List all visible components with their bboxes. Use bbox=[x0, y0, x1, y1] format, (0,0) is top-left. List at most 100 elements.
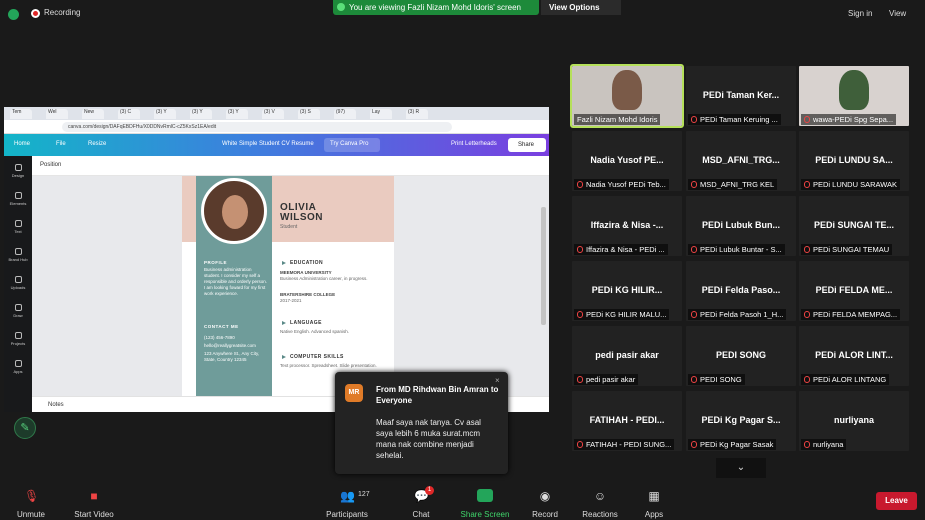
cv-language-heading: LANGUAGE bbox=[282, 320, 322, 326]
participant-tile[interactable]: Nadia Yusof PE... Nadia Yusof PEDi Teb... bbox=[572, 131, 682, 191]
sidebar-item-text[interactable]: Text bbox=[4, 220, 32, 234]
browser-tab[interactable]: (3) C bbox=[118, 109, 140, 119]
screen-share-icon bbox=[337, 3, 345, 11]
participant-tile[interactable]: PEDi Kg Pagar S... PEDi Kg Pagar Sasak bbox=[686, 391, 796, 451]
muted-mic-icon[interactable]: 🎙 bbox=[24, 490, 39, 503]
browser-tab[interactable]: (3) S bbox=[298, 109, 320, 119]
apps-icon[interactable]: ▦ bbox=[647, 490, 661, 503]
participant-tile[interactable]: PEDI SONG PEDI SONG bbox=[686, 326, 796, 386]
participant-label: PEDI SONG bbox=[688, 374, 745, 385]
participant-tile[interactable]: PEDi Lubuk Bun... PEDi Lubuk Buntar - S..… bbox=[686, 196, 796, 256]
position-label[interactable]: Position bbox=[40, 162, 61, 168]
apps-button[interactable]: Apps bbox=[645, 510, 663, 519]
print-button[interactable]: Print Letterheads bbox=[451, 141, 497, 147]
cv-college-detail: 2017-2021 bbox=[280, 298, 302, 303]
record-button[interactable]: Record bbox=[532, 510, 558, 519]
sidebar-item-brand-hub[interactable]: Brand Hub bbox=[4, 248, 32, 262]
participant-label-text: pedi pasir akar bbox=[586, 375, 636, 384]
reactions-icon[interactable]: ☺ bbox=[593, 490, 607, 503]
participant-tile[interactable]: Iffazira & Nisa -... Iffazira & Nisa - PE… bbox=[572, 196, 682, 256]
chat-notification[interactable]: MR From MD Rihdwan Bin Amran to Everyone… bbox=[335, 372, 508, 474]
share-screen-icon[interactable] bbox=[477, 489, 493, 502]
sidebar-item-apps[interactable]: Apps bbox=[4, 360, 32, 374]
participant-tile[interactable]: PEDi KG HILIR... PEDi KG HILIR MALU... bbox=[572, 261, 682, 321]
chat-sender: From MD Rihdwan Bin Amran to Everyone bbox=[376, 385, 499, 405]
participant-name: PEDi FELDA ME... bbox=[815, 285, 893, 295]
participant-tile[interactable]: FATIHAH - PEDI... FATIHAH - PEDI SUNG... bbox=[572, 391, 682, 451]
sidebar-item-elements[interactable]: Elements bbox=[4, 192, 32, 206]
participant-tile[interactable]: nurliyana nurliyana bbox=[799, 391, 909, 451]
browser-tab[interactable]: (3) Y bbox=[190, 109, 212, 119]
browser-tab[interactable]: Wel bbox=[46, 109, 68, 119]
home-button[interactable]: Home bbox=[14, 141, 30, 147]
sidebar-item-draw[interactable]: Draw bbox=[4, 304, 32, 318]
resize-button[interactable]: Resize bbox=[88, 141, 106, 147]
browser-tab[interactable]: New bbox=[82, 109, 104, 119]
cv-name: OLIVIA WILSON bbox=[280, 203, 323, 223]
video-off-icon[interactable]: ■ bbox=[87, 490, 101, 503]
recording-label: Recording bbox=[44, 8, 81, 17]
participant-tile[interactable]: PEDi LUNDU SA... PEDi LUNDU SARAWAK bbox=[799, 131, 909, 191]
cv-face bbox=[222, 195, 248, 229]
sign-in-link[interactable]: Sign in bbox=[848, 9, 872, 18]
notes-button[interactable]: Notes bbox=[48, 402, 64, 408]
participant-tile[interactable]: PEDi SUNGAI TE... PEDi SUNGAI TEMAU bbox=[799, 196, 909, 256]
participant-tile[interactable]: PEDi Felda Paso... PEDi Felda Pasoh 1_H..… bbox=[686, 261, 796, 321]
browser-tab[interactable]: (3) Y bbox=[154, 109, 176, 119]
try-pro-button[interactable]: Try Canva Pro bbox=[324, 138, 380, 152]
sidebar-item-design[interactable]: Design bbox=[4, 164, 32, 178]
browser-tab[interactable]: Lay bbox=[370, 109, 392, 119]
leave-button[interactable]: Leave bbox=[876, 492, 917, 510]
security-shield-icon[interactable] bbox=[8, 9, 19, 20]
participant-tile[interactable]: pedi pasir akar pedi pasir akar bbox=[572, 326, 682, 386]
browser-tab[interactable]: (3) Y bbox=[226, 109, 248, 119]
file-menu[interactable]: File bbox=[56, 141, 66, 147]
position-bar: Position bbox=[32, 156, 549, 176]
muted-mic-icon bbox=[577, 441, 583, 448]
muted-mic-icon bbox=[804, 376, 810, 383]
share-screen-button[interactable]: Share Screen bbox=[461, 510, 510, 519]
view-button[interactable]: View bbox=[889, 9, 906, 18]
sidebar-item-uploads[interactable]: Uploads bbox=[4, 276, 32, 290]
participant-name: FATIHAH - PEDI... bbox=[589, 415, 665, 425]
participants-icon[interactable]: 👥 bbox=[340, 490, 355, 503]
participant-name: PEDi Felda Paso... bbox=[701, 285, 781, 295]
annotate-pencil-icon[interactable]: ✎ bbox=[14, 417, 36, 439]
participant-tile[interactable]: wawa-PEDi Spg Sepa... bbox=[799, 66, 909, 126]
address-bar[interactable]: canva.com/design/DAFqEBDFHu/X0DDNvRmlC-c… bbox=[4, 120, 549, 134]
browser-tab[interactable]: Tem bbox=[10, 109, 32, 119]
participant-tile[interactable]: PEDi ALOR LINT... PEDi ALOR LINTANG bbox=[799, 326, 909, 386]
participants-button[interactable]: Participants bbox=[326, 510, 368, 519]
browser-tab[interactable]: (3) V bbox=[262, 109, 284, 119]
muted-mic-icon bbox=[691, 116, 697, 123]
cv-page[interactable]: OLIVIA WILSON Student PROFILE Business ad… bbox=[182, 176, 394, 396]
participant-tile[interactable]: PEDi FELDA ME... PEDi FELDA MEMPAG... bbox=[799, 261, 909, 321]
document-title[interactable]: White Simple Student CV Resume bbox=[222, 141, 314, 147]
sidebar-icon bbox=[14, 220, 22, 227]
participant-tile[interactable]: MSD_AFNI_TRG... MSD_AFNI_TRG KEL bbox=[686, 131, 796, 191]
record-icon[interactable]: ◉ bbox=[538, 490, 552, 503]
sidebar-item-projects[interactable]: Projects bbox=[4, 332, 32, 346]
muted-mic-icon bbox=[691, 376, 697, 383]
browser-tab[interactable]: (97) bbox=[334, 109, 356, 119]
participant-label: MSD_AFNI_TRG KEL bbox=[688, 179, 778, 190]
close-icon[interactable]: × bbox=[495, 376, 500, 385]
chat-button[interactable]: Chat bbox=[413, 510, 430, 519]
unmute-button[interactable]: Unmute bbox=[17, 510, 45, 519]
reactions-button[interactable]: Reactions bbox=[582, 510, 618, 519]
participant-tile[interactable]: PEDi Taman Ker... PEDi Taman Keruing ... bbox=[686, 66, 796, 126]
participant-label: PEDi SUNGAI TEMAU bbox=[801, 244, 893, 255]
muted-mic-icon bbox=[691, 311, 697, 318]
participant-tile[interactable]: Fazli Nizam Mohd Idoris bbox=[570, 64, 684, 128]
next-page-chevron-icon[interactable]: ⌄ bbox=[716, 458, 766, 478]
start-video-button[interactable]: Start Video bbox=[74, 510, 113, 519]
participant-name: pedi pasir akar bbox=[595, 350, 659, 360]
scrollbar[interactable] bbox=[541, 207, 546, 325]
view-options-button[interactable]: View Options bbox=[541, 0, 621, 15]
cv-last-name: WILSON bbox=[280, 212, 323, 223]
participant-name: Iffazira & Nisa -... bbox=[590, 220, 664, 230]
canva-share-button[interactable]: Share bbox=[508, 138, 546, 152]
url-field[interactable]: canva.com/design/DAFqEBDFHu/X0DDNvRmlC-c… bbox=[62, 122, 452, 132]
browser-tab[interactable]: (3) R bbox=[406, 109, 428, 119]
sidebar-item-label: Uploads bbox=[10, 285, 26, 290]
